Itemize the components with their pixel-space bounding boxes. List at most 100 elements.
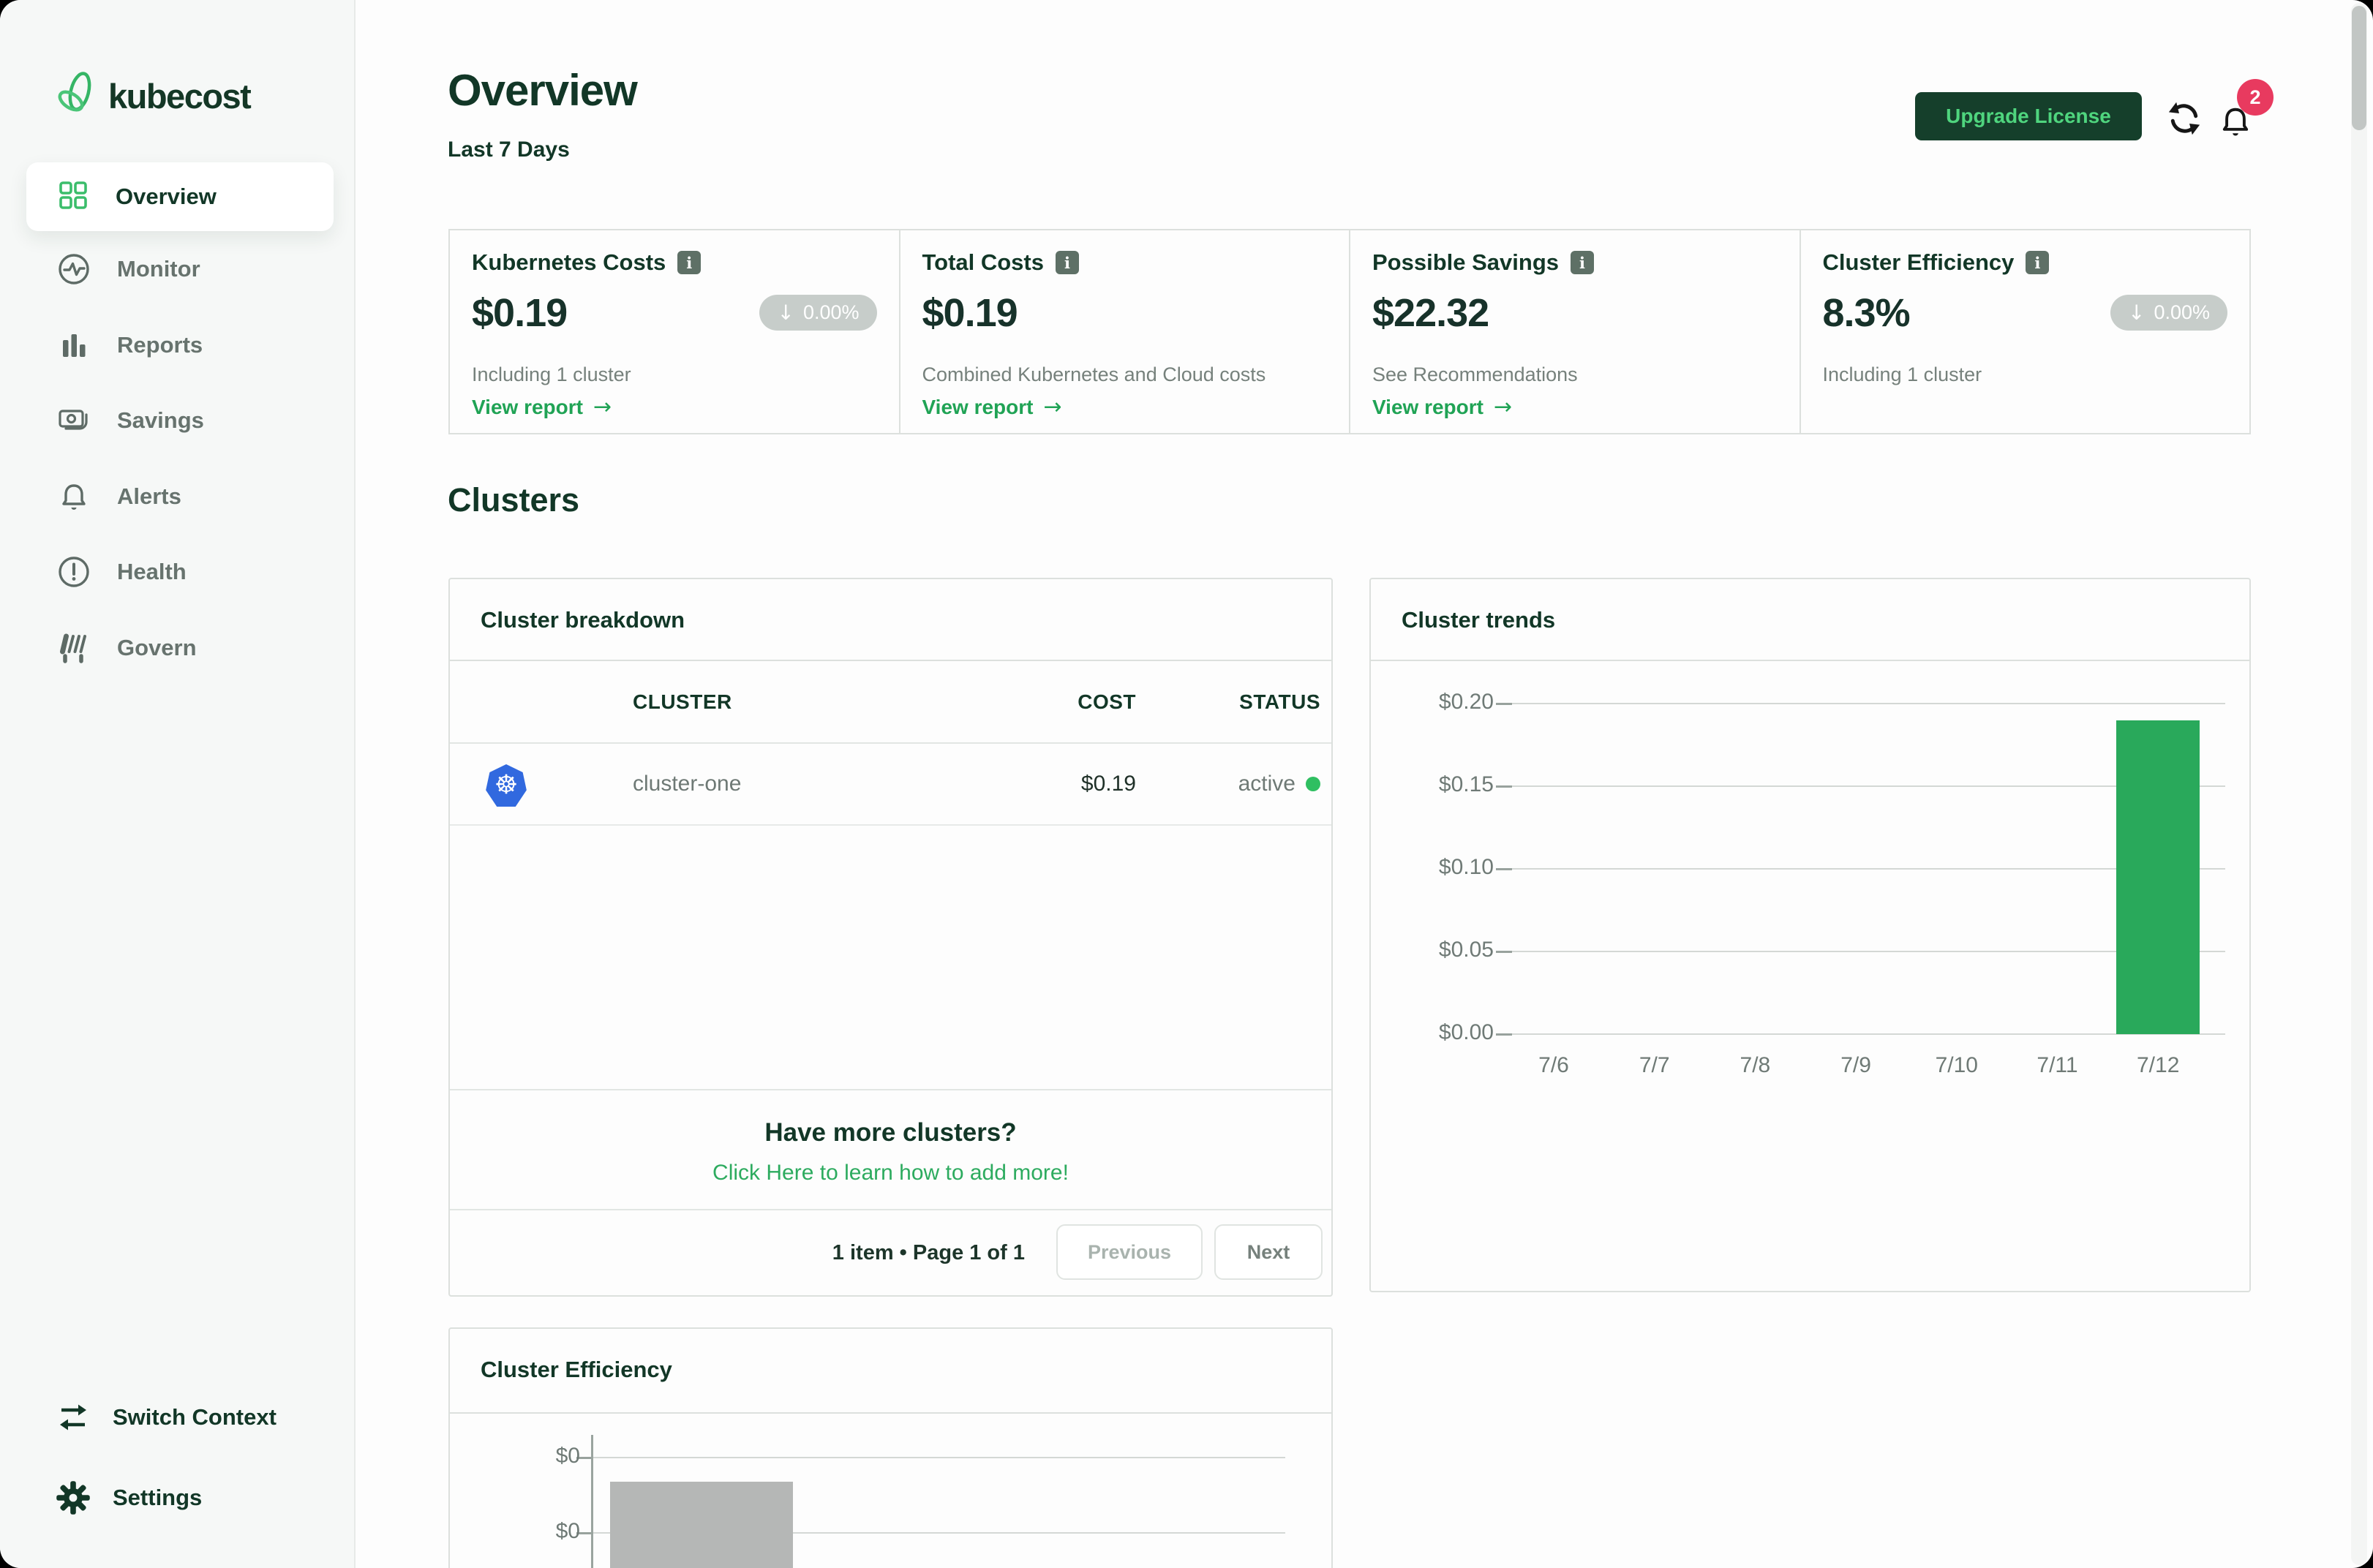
down-arrow-icon: ↓ <box>2127 301 2146 325</box>
kubecost-app-window: kubecost Overview Monitor Reports Saving… <box>0 0 2373 1568</box>
metric-value: 8.3% <box>1822 291 1911 335</box>
sidebar-item-reports[interactable]: Reports <box>28 322 334 369</box>
trend-badge-value: 0.00% <box>2154 301 2210 323</box>
sidebar-item-label: Health <box>117 559 187 584</box>
metric-card-total-costs: Total Costs i $0.19 Combined Kubernetes … <box>898 229 1350 434</box>
reports-icon <box>56 328 92 363</box>
sidebar-item-settings[interactable]: Settings <box>28 1474 334 1521</box>
trend-badge: ↓ 0.00% <box>2110 295 2227 331</box>
right-arrow-icon: → <box>1493 394 1513 420</box>
metric-description: Including 1 cluster <box>1822 363 1982 385</box>
metric-value: $0.19 <box>922 291 1018 335</box>
kubernetes-icon: ☸ <box>486 764 527 807</box>
view-report-label: View report <box>472 395 583 418</box>
info-icon[interactable]: i <box>677 251 702 274</box>
metric-description: See Recommendations <box>1372 363 1578 385</box>
info-icon[interactable]: i <box>1056 251 1079 274</box>
metric-title: Cluster Efficiency <box>1822 249 2015 275</box>
scrollbar-track[interactable] <box>2351 3 2367 1565</box>
sidebar-item-label: Govern <box>117 635 197 660</box>
efficiency-y-tick-label: $0 <box>555 1444 580 1468</box>
kubecost-logo-text: kubecost <box>108 77 252 116</box>
efficiency-y-axis-line <box>591 1435 593 1568</box>
cluster-status: active <box>1238 772 1295 796</box>
sidebar-item-label: Alerts <box>117 483 181 509</box>
panel-title: Cluster breakdown <box>481 607 685 633</box>
view-report-label: View report <box>1372 395 1483 418</box>
clusters-section-heading: Clusters <box>448 481 580 519</box>
previous-page-button[interactable]: Previous <box>1056 1224 1203 1280</box>
column-header-status: STATUS <box>1239 690 1320 713</box>
metric-value: $0.19 <box>472 291 568 335</box>
sidebar: kubecost Overview Monitor Reports Saving… <box>0 0 356 1568</box>
info-icon[interactable]: i <box>1571 251 1594 274</box>
cluster-breakdown-panel: Cluster breakdown CLUSTER COST STATUS ☸ … <box>448 578 1333 1297</box>
efficiency-bar <box>610 1482 793 1568</box>
grid-icon <box>56 178 91 216</box>
sidebar-item-label: Switch Context <box>113 1404 277 1430</box>
metric-card-cluster-efficiency: Cluster Efficiency i 8.3% ↓ 0.00% Includ… <box>1799 229 2251 434</box>
trends-x-tick-label: 7/11 <box>2037 1053 2078 1077</box>
trend-badge: ↓ 0.00% <box>759 295 877 331</box>
date-range-label: Last 7 Days <box>448 137 570 162</box>
notification-count: 2 <box>2249 86 2261 108</box>
metric-cards-row: Kubernetes Costs i $0.19 ↓ 0.00% Includi… <box>448 229 2251 434</box>
trends-x-tick-label: 7/7 <box>1639 1053 1670 1077</box>
add-clusters-link[interactable]: Click Here to learn how to add more! <box>450 1161 1331 1186</box>
view-report-link[interactable]: View report → <box>1372 394 1512 420</box>
sidebar-item-overview[interactable]: Overview <box>26 162 334 231</box>
cluster-efficiency-panel: Cluster Efficiency $0 $0 <box>448 1327 1333 1568</box>
view-report-link[interactable]: View report → <box>472 394 612 420</box>
next-page-button[interactable]: Next <box>1214 1224 1323 1280</box>
status-active-dot-icon <box>1306 777 1320 791</box>
sidebar-item-monitor[interactable]: Monitor <box>28 246 334 293</box>
trends-y-tick-label: $0.15 <box>1438 772 1494 796</box>
view-report-link[interactable]: View report → <box>922 394 1062 420</box>
savings-icon <box>56 403 92 438</box>
metric-title: Kubernetes Costs <box>472 249 666 275</box>
sidebar-item-label: Monitor <box>117 256 200 282</box>
sidebar-item-savings[interactable]: Savings <box>28 397 334 444</box>
info-icon[interactable]: i <box>2026 251 2050 274</box>
monitor-icon <box>56 252 92 287</box>
trends-gridline <box>1512 703 2225 704</box>
trends-axis-tick <box>1496 785 1512 788</box>
metric-description: Including 1 cluster <box>472 363 631 385</box>
upgrade-license-button[interactable]: Upgrade License <box>1915 92 2142 140</box>
pagination-summary: 1 item • Page 1 of 1 <box>832 1241 1025 1264</box>
sidebar-item-switch-context[interactable]: Switch Context <box>28 1394 334 1441</box>
trends-x-tick-label: 7/8 <box>1740 1053 1771 1077</box>
metric-card-possible-savings: Possible Savings i $22.32 See Recommenda… <box>1349 229 1801 434</box>
sidebar-item-label: Overview <box>116 184 217 209</box>
govern-icon <box>56 630 92 666</box>
sidebar-item-health[interactable]: Health <box>28 549 334 595</box>
table-row-cluster-one[interactable]: ☸ cluster-one $0.19 active <box>450 744 1331 826</box>
trends-x-tick-label: 7/9 <box>1840 1053 1871 1077</box>
refresh-icon[interactable] <box>2165 99 2203 141</box>
trend-badge-value: 0.00% <box>802 301 860 323</box>
scrollbar-thumb[interactable] <box>2352 6 2366 130</box>
page-title: Overview <box>448 66 638 115</box>
column-header-cost: COST <box>1078 690 1136 713</box>
sidebar-item-label: Settings <box>113 1485 203 1510</box>
table-header-row: CLUSTER COST STATUS <box>450 661 1331 744</box>
cluster-cost: $0.19 <box>1080 772 1136 796</box>
trends-bar <box>2116 720 2200 1034</box>
sidebar-item-alerts[interactable]: Alerts <box>28 473 334 520</box>
switch-context-icon <box>53 1401 94 1434</box>
trends-axis-tick <box>1496 1033 1512 1036</box>
kubecost-logo[interactable]: kubecost <box>56 67 252 125</box>
down-arrow-icon: ↓ <box>777 301 794 325</box>
trends-x-tick-label: 7/6 <box>1538 1053 1569 1077</box>
trends-axis-tick <box>1496 703 1512 705</box>
notification-count-badge: 2 <box>2237 79 2274 116</box>
view-report-label: View report <box>922 395 1034 418</box>
sidebar-item-govern[interactable]: Govern <box>28 625 334 671</box>
metric-description: Combined Kubernetes and Cloud costs <box>922 363 1266 385</box>
trends-x-tick-label: 7/10 <box>1935 1053 1978 1077</box>
cluster-name: cluster-one <box>633 772 742 796</box>
metric-title: Possible Savings <box>1372 249 1559 275</box>
sidebar-item-label: Savings <box>117 407 204 433</box>
right-arrow-icon: → <box>1043 394 1062 420</box>
trends-axis-tick <box>1496 868 1512 870</box>
